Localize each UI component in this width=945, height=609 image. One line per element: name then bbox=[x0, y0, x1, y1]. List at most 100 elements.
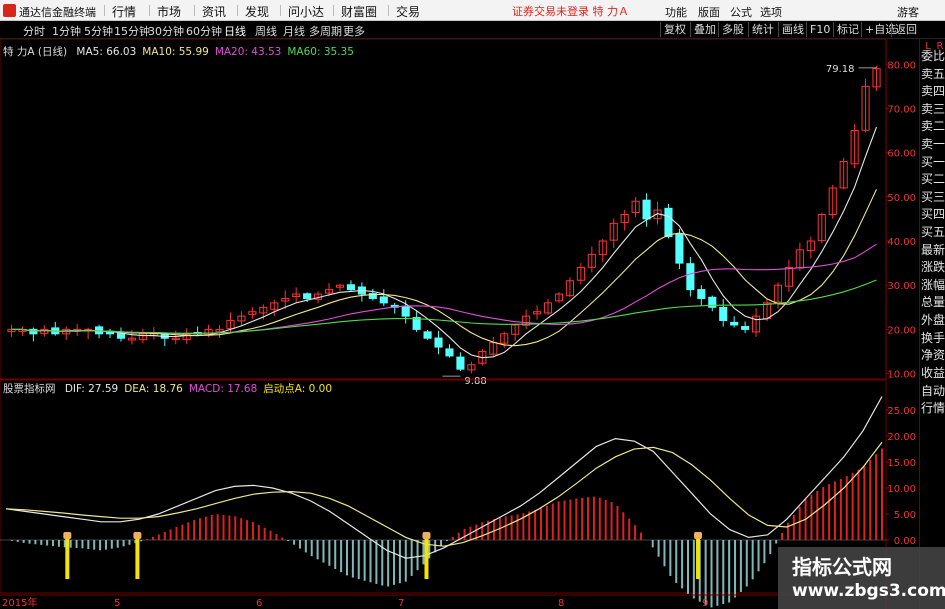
launch-point-marker bbox=[696, 539, 701, 579]
menu-item-2[interactable]: 资讯 bbox=[202, 3, 226, 20]
period-tab-0[interactable]: 分时 bbox=[23, 23, 45, 39]
price-tick-label: 60.00 bbox=[887, 149, 916, 160]
candle-body bbox=[423, 331, 432, 339]
period-tab-4[interactable]: 30分钟 bbox=[148, 23, 184, 39]
menu-item-1[interactable]: 市场 bbox=[157, 3, 181, 20]
side-panel-item-6[interactable]: 买一 bbox=[921, 155, 945, 170]
candle-body bbox=[719, 306, 728, 322]
period-tab-7[interactable]: 周线 bbox=[255, 23, 277, 39]
sub_legend-item-3: 启动点A: 0.00 bbox=[263, 383, 333, 395]
time-axis-label: 2015年 bbox=[2, 596, 37, 609]
period-tab-3[interactable]: 15分钟 bbox=[114, 23, 150, 39]
side-panel-item-18[interactable]: 收益 bbox=[921, 366, 945, 381]
menu-item-6[interactable]: 交易 bbox=[396, 3, 420, 20]
watermark-url: www.zbgs3.com bbox=[792, 581, 945, 601]
launch-point-hand-icon bbox=[694, 532, 703, 539]
side-panel-item-17[interactable]: 净资 bbox=[921, 348, 945, 363]
menu-separator bbox=[237, 5, 238, 16]
macd-tick-label: 25.00 bbox=[887, 406, 916, 417]
candle-body bbox=[456, 356, 465, 370]
indicator-name[interactable]: 股票指标网 bbox=[3, 383, 56, 395]
menu-item-0[interactable]: 行情 bbox=[112, 3, 136, 20]
tool-button-2[interactable]: 多股 bbox=[718, 22, 747, 37]
price-tick-label: 20.00 bbox=[887, 325, 916, 336]
side-panel-item-3[interactable]: 卖三 bbox=[921, 102, 945, 117]
candle-body bbox=[303, 293, 312, 299]
side-panel-item-0[interactable]: 委比 bbox=[921, 49, 945, 64]
macd-legend: 股票指标网 DIF: 27.59 DEA: 18.76 MACD: 17.68 启动点… bbox=[3, 381, 338, 396]
menu-item-4[interactable]: 问小达 bbox=[288, 3, 324, 20]
candle-body bbox=[401, 305, 410, 317]
time-axis-label: 7 bbox=[398, 598, 404, 609]
main_legend-item-3: MA60: 35.35 bbox=[287, 46, 354, 58]
macd-tick-label: 5.00 bbox=[894, 510, 916, 521]
main_legend-item-1: MA10: 55.99 bbox=[142, 46, 209, 58]
app-name: 通达信金融终端 bbox=[19, 6, 96, 19]
side-panel-item-8[interactable]: 买三 bbox=[921, 190, 945, 205]
right-menu-item-1[interactable]: 版面 bbox=[698, 4, 720, 20]
price-tick-label: 10.00 bbox=[887, 370, 916, 381]
period-tab-5[interactable]: 60分钟 bbox=[186, 23, 222, 39]
period-tab-1[interactable]: 1分钟 bbox=[52, 23, 81, 39]
candle-body bbox=[664, 207, 673, 238]
period-tab-10[interactable]: 更多 bbox=[343, 23, 365, 39]
macd-tick-label: 0.00 bbox=[894, 536, 916, 547]
sub_legend-item-2: MACD: 17.68 bbox=[188, 383, 258, 395]
time-axis: 2015年 5 6 7 8 9 bbox=[0, 594, 886, 609]
period-tab-2[interactable]: 5分钟 bbox=[84, 23, 113, 39]
candle-body bbox=[730, 321, 739, 326]
tool-button-0[interactable]: 复权 bbox=[660, 22, 689, 37]
menu-item-3[interactable]: 发现 bbox=[245, 3, 269, 20]
side-panel-item-5[interactable]: 卖一 bbox=[921, 137, 945, 152]
launch-point-hand-icon bbox=[133, 532, 142, 539]
right-menu-item-4[interactable]: 游客 bbox=[897, 4, 919, 20]
side-panel-item-19[interactable]: 自动 bbox=[921, 384, 945, 399]
tool-button-5[interactable]: F10 bbox=[806, 22, 833, 37]
period-tab-9[interactable]: 多周期 bbox=[309, 23, 342, 39]
time-axis-label: 6 bbox=[256, 598, 262, 609]
watermark-title: 指标公式网 bbox=[792, 555, 892, 579]
candle-body bbox=[675, 233, 684, 264]
login-notice[interactable]: 证券交易未登录 特 力Ａ bbox=[512, 3, 629, 19]
tool-button-8[interactable]: 返回 bbox=[891, 22, 920, 37]
time-axis-label: 5 bbox=[114, 598, 120, 609]
side-panel-item-20[interactable]: 行情 bbox=[921, 401, 945, 416]
menu-item-5[interactable]: 财富圈 bbox=[341, 3, 377, 20]
side-panel-item-12[interactable]: 涨跌 bbox=[921, 260, 945, 275]
tool-button-4[interactable]: 画线 bbox=[778, 22, 807, 37]
stock-name[interactable]: 特 力A (日线) bbox=[3, 46, 67, 58]
side-panel-item-10[interactable]: 买五 bbox=[921, 225, 945, 240]
tool-button-3[interactable]: 统计 bbox=[748, 22, 777, 37]
period-tab-8[interactable]: 月线 bbox=[283, 23, 305, 39]
side-panel-item-4[interactable]: 卖二 bbox=[921, 119, 945, 134]
menu-separator bbox=[149, 5, 150, 16]
side-panel-item-14[interactable]: 总量 bbox=[921, 295, 945, 310]
menu-separator bbox=[333, 5, 334, 16]
main_legend-item-2: MA20: 43.53 bbox=[214, 46, 282, 58]
price-tick-label: 40.00 bbox=[887, 237, 916, 248]
chart-area[interactable]: 80.0070.0060.0050.0040.0030.0020.0010.00… bbox=[0, 39, 919, 609]
right-menu-item-2[interactable]: 公式 bbox=[730, 4, 752, 20]
side-panel-item-7[interactable]: 买二 bbox=[921, 172, 945, 187]
period-tab-6[interactable]: 日线 bbox=[224, 23, 246, 39]
annotation-label-low: 9.88 bbox=[464, 376, 486, 387]
side-panel-item-16[interactable]: 换手 bbox=[921, 331, 945, 346]
period-toolbar: 分时 1分钟 5分钟 15分钟 30分钟 60分钟 日线 周线 月线 多周期 更多 复权 叠加 多股 统计… bbox=[0, 21, 945, 39]
watermark: 指标公式网 www.zbgs3.com bbox=[778, 547, 945, 609]
side-panel-item-15[interactable]: 外盘 bbox=[921, 313, 945, 328]
side-panel-item-1[interactable]: 卖五 bbox=[921, 67, 945, 82]
side-panel-item-2[interactable]: 卖四 bbox=[921, 84, 945, 99]
tool-button-1[interactable]: 叠加 bbox=[690, 22, 719, 37]
side-panel-item-9[interactable]: 买四 bbox=[921, 207, 945, 222]
ma-line-ma10 bbox=[11, 189, 877, 347]
app-logo bbox=[3, 4, 16, 17]
sub_legend-item-1: DEA: 18.76 bbox=[124, 383, 183, 395]
tool-button-6[interactable]: 标记 bbox=[833, 22, 862, 37]
candle-body bbox=[642, 199, 651, 220]
kline-frame bbox=[0, 39, 887, 380]
right-menu-item-3[interactable]: 选项 bbox=[760, 4, 782, 20]
right-menu-item-0[interactable]: 功能 bbox=[665, 4, 687, 20]
side-panel-item-11[interactable]: 最新 bbox=[921, 243, 945, 258]
side-panel-item-13[interactable]: 涨幅 bbox=[921, 278, 945, 293]
menu-separator bbox=[104, 5, 105, 16]
